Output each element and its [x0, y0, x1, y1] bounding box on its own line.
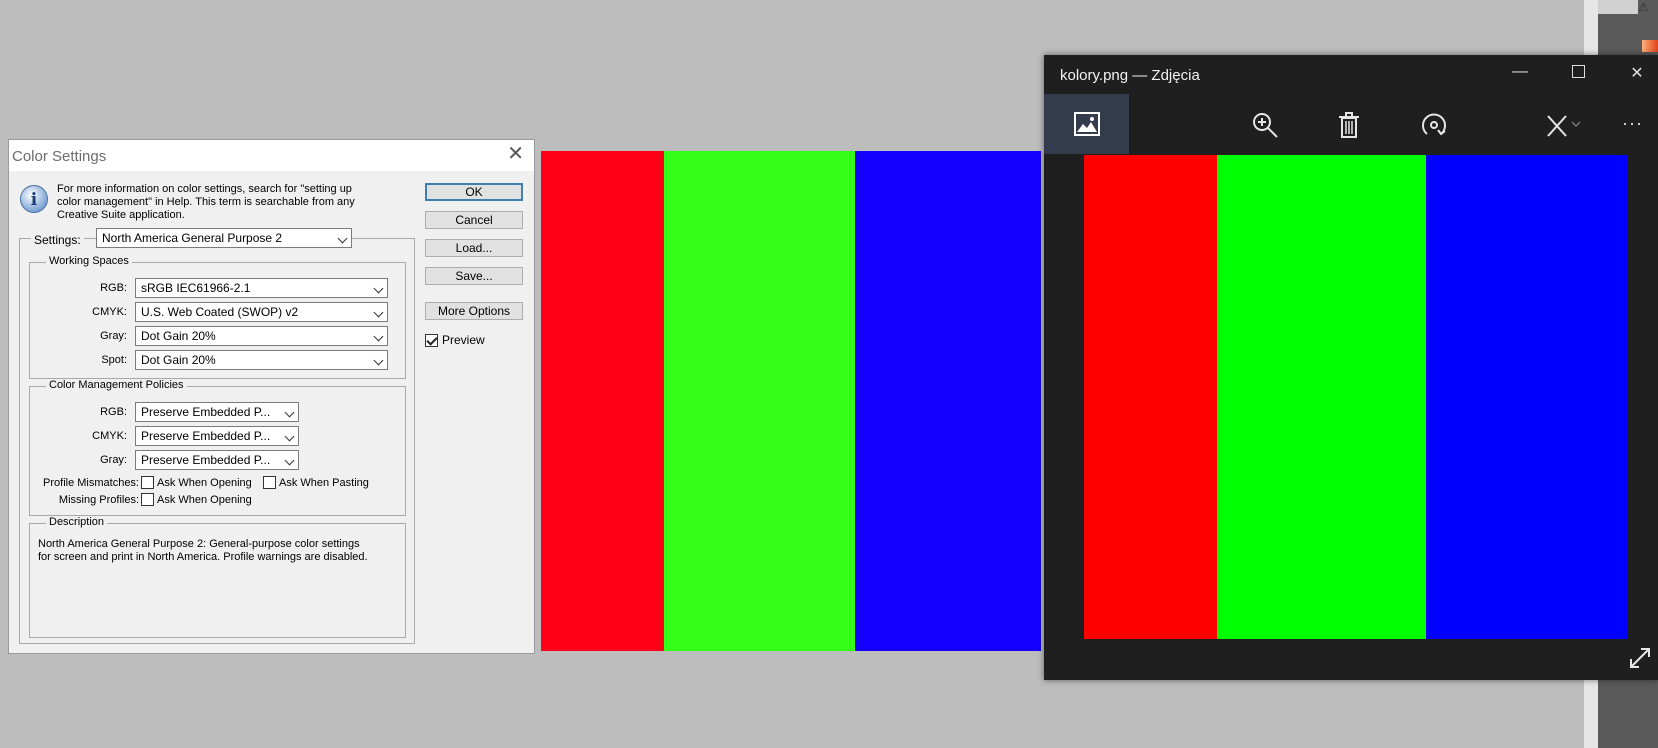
rotate-icon[interactable] [1419, 110, 1449, 140]
policy-rgb-label: RGB: [100, 406, 127, 418]
panel-tab[interactable] [1598, 0, 1638, 14]
ws-rgb-label: RGB: [100, 282, 127, 294]
close-icon[interactable]: ✕ [507, 144, 524, 164]
photo-color-bar-3 [1426, 155, 1627, 639]
policies-label: Color Management Policies [46, 379, 187, 391]
settings-select[interactable]: North America General Purpose 2 [96, 228, 352, 248]
ws-gray-select[interactable]: Dot Gain 20% [135, 326, 388, 346]
policy-cmyk-select[interactable]: Preserve Embedded P... [135, 426, 299, 446]
policy-gray-value: Preserve Embedded P... [141, 453, 271, 467]
preview-checkbox[interactable] [425, 333, 438, 347]
zoom-in-icon[interactable] [1250, 110, 1280, 140]
policy-rgb-value: Preserve Embedded P... [141, 405, 271, 419]
chevron-down-icon [373, 307, 384, 318]
chevron-down-icon [284, 455, 295, 466]
ws-spot-value: Dot Gain 20% [141, 353, 216, 367]
mismatch-opening-row[interactable]: Ask When Opening [141, 476, 252, 489]
description-text: North America General Purpose 2: General… [38, 538, 368, 563]
chevron-down-icon [373, 331, 384, 342]
preview-checkbox-row[interactable]: Preview [425, 333, 485, 347]
working-spaces-label: Working Spaces [46, 255, 132, 267]
load-button[interactable]: Load... [425, 239, 523, 257]
ws-gray-value: Dot Gain 20% [141, 329, 216, 343]
chevron-down-icon [284, 407, 295, 418]
ws-spot-select[interactable]: Dot Gain 20% [135, 350, 388, 370]
more-options-button[interactable]: More Options [425, 302, 523, 320]
ws-spot-label: Spot: [101, 354, 127, 366]
more-icon[interactable]: ··· [1622, 113, 1643, 134]
mismatch-pasting-label: Ask When Pasting [279, 476, 369, 489]
ws-cmyk-label: CMYK: [92, 306, 127, 318]
policy-cmyk-label: CMYK: [92, 430, 127, 442]
missing-opening-label: Ask When Opening [157, 493, 252, 506]
mismatch-opening-checkbox[interactable] [141, 476, 154, 489]
maximize-icon[interactable] [1568, 65, 1588, 83]
save-button[interactable]: Save... [425, 267, 523, 285]
photo-image [1084, 155, 1627, 639]
canvas-color-bar-1 [541, 151, 664, 651]
missing-opening-row[interactable]: Ask When Opening [141, 493, 252, 506]
mismatch-pasting-row[interactable]: Ask When Pasting [263, 476, 369, 489]
missing-opening-checkbox[interactable] [141, 493, 154, 506]
canvas-color-bar-3 [855, 151, 1041, 651]
policy-rgb-select[interactable]: Preserve Embedded P... [135, 402, 299, 422]
dialog-title: Color Settings [12, 148, 107, 165]
preview-label: Preview [442, 333, 485, 347]
color-swatch[interactable] [1642, 40, 1658, 52]
settings-value: North America General Purpose 2 [102, 231, 283, 245]
photos-window: kolory.png — Zdjęcia — ✕ ··· [1044, 55, 1658, 680]
chevron-down-icon [373, 283, 384, 294]
ws-rgb-value: sRGB IEC61966-2.1 [141, 281, 251, 295]
close-icon[interactable]: ✕ [1627, 63, 1647, 83]
image-tool-button[interactable] [1044, 94, 1129, 154]
canvas-image [541, 151, 1041, 651]
mismatch-pasting-checkbox[interactable] [263, 476, 276, 489]
window-title: kolory.png — Zdjęcia [1060, 67, 1200, 84]
description-label: Description [46, 516, 108, 528]
ws-cmyk-value: U.S. Web Coated (SWOP) v2 [141, 305, 299, 319]
edit-icon[interactable] [1542, 110, 1586, 140]
photo-color-bar-2 [1217, 155, 1427, 639]
policy-gray-select[interactable]: Preserve Embedded P... [135, 450, 299, 470]
photo-color-bar-1 [1084, 155, 1218, 639]
description-group: Description North America General Purpos… [29, 516, 406, 638]
policy-gray-label: Gray: [100, 454, 127, 466]
delete-icon[interactable] [1334, 110, 1364, 140]
ok-button[interactable]: OK [425, 183, 523, 201]
chevron-down-icon [337, 233, 348, 244]
mismatch-opening-label: Ask When Opening [157, 476, 252, 489]
image-icon [1074, 112, 1100, 136]
cancel-button[interactable]: Cancel [425, 211, 523, 229]
minimize-icon[interactable]: — [1510, 63, 1530, 81]
chevron-down-icon [373, 355, 384, 366]
info-text: For more information on color settings, … [57, 183, 355, 221]
info-icon: i [20, 185, 48, 213]
ws-cmyk-select[interactable]: U.S. Web Coated (SWOP) v2 [135, 302, 388, 322]
settings-label: Settings: [31, 233, 84, 247]
missing-profiles-label: Missing Profiles: [58, 494, 139, 506]
color-settings-dialog: Color Settings ✕ i For more information … [8, 139, 535, 654]
chevron-down-icon [284, 431, 295, 442]
policy-cmyk-value: Preserve Embedded P... [141, 429, 271, 443]
warning-icon: ⚠ [1638, 0, 1649, 14]
expand-icon[interactable] [1628, 646, 1652, 670]
profile-mismatches-label: Profile Mismatches: [43, 477, 139, 489]
ws-gray-label: Gray: [100, 330, 127, 342]
dialog-titlebar: Color Settings ✕ [9, 140, 534, 171]
ws-rgb-select[interactable]: sRGB IEC61966-2.1 [135, 278, 388, 298]
canvas-color-bar-2 [664, 151, 855, 651]
